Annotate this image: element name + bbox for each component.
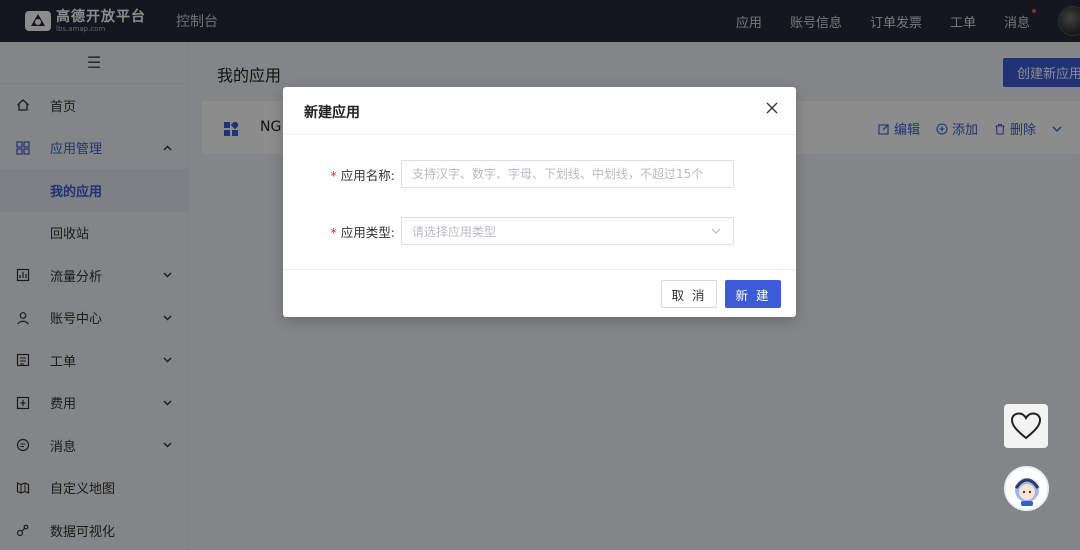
app-type-label: * 应用类型: <box>330 224 395 240</box>
new-app-dialog: 新建应用 *应用名称: *应用类型: 请选择应用类型 取 消 新 建 <box>283 87 796 317</box>
app-name-label: * 应用名称: <box>330 167 395 183</box>
app-name-row: * 应用名称: <box>283 160 796 188</box>
customer-support-button[interactable] <box>1004 466 1049 511</box>
cancel-button[interactable]: 取 消 <box>661 280 717 308</box>
create-button[interactable]: 新 建 <box>725 280 781 308</box>
heart-icon <box>1010 412 1042 440</box>
app-type-select[interactable]: 请选择应用类型 <box>401 217 734 245</box>
dialog-title: 新建应用 <box>304 105 360 121</box>
dialog-footer: 取 消 新 建 <box>283 269 796 317</box>
favorite-button[interactable] <box>1004 404 1048 448</box>
app-type-placeholder: 请选择应用类型 <box>412 224 497 239</box>
chevron-down-icon <box>711 228 721 234</box>
app-type-row: * 应用类型: 请选择应用类型 <box>283 217 796 245</box>
support-avatar-icon <box>1014 477 1039 506</box>
close-icon[interactable] <box>766 102 778 114</box>
app-name-input[interactable] <box>401 160 734 188</box>
